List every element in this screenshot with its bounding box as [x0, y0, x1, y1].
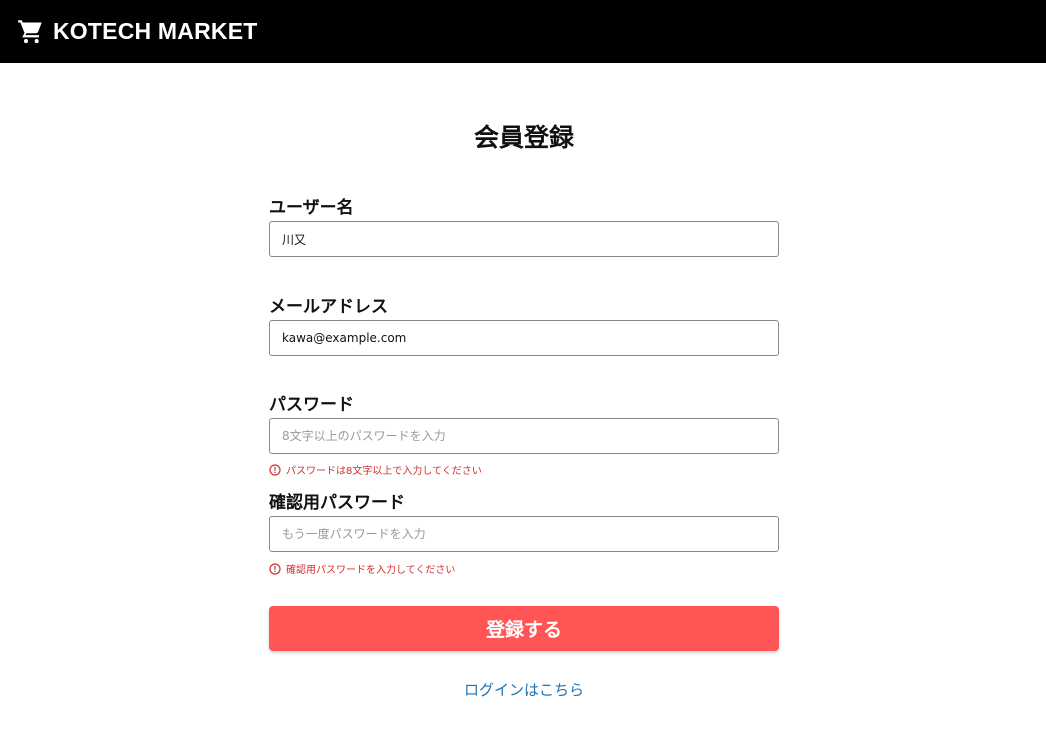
alert-circle-icon: [269, 562, 281, 575]
confirm-password-error: 確認用パスワードを入力してください: [269, 561, 455, 576]
page-title: 会員登録: [473, 123, 574, 152]
top-bar: KOTECH MARKET: [0, 0, 1046, 63]
brand-name: KOTECH MARKET: [53, 18, 258, 44]
email-label: メールアドレス: [269, 297, 388, 317]
alert-circle-icon: [269, 463, 281, 476]
password-error: パスワードは8文字以上で入力してください: [269, 462, 482, 477]
brand-logo[interactable]: KOTECH MARKET: [17, 18, 257, 45]
password-input[interactable]: [269, 418, 779, 454]
login-link[interactable]: ログインはこちら: [269, 679, 779, 700]
email-input[interactable]: [269, 320, 779, 356]
username-label: ユーザー名: [269, 198, 354, 218]
confirm-password-input[interactable]: [269, 516, 779, 552]
register-button[interactable]: 登録する: [269, 606, 779, 651]
confirm-password-label: 確認用パスワード: [269, 493, 405, 513]
cart-icon: [18, 20, 42, 44]
password-label: パスワード: [269, 395, 354, 415]
password-error-text: パスワードは8文字以上で入力してください: [286, 466, 482, 477]
username-input[interactable]: [269, 221, 779, 257]
confirm-password-error-text: 確認用パスワードを入力してください: [286, 565, 456, 576]
